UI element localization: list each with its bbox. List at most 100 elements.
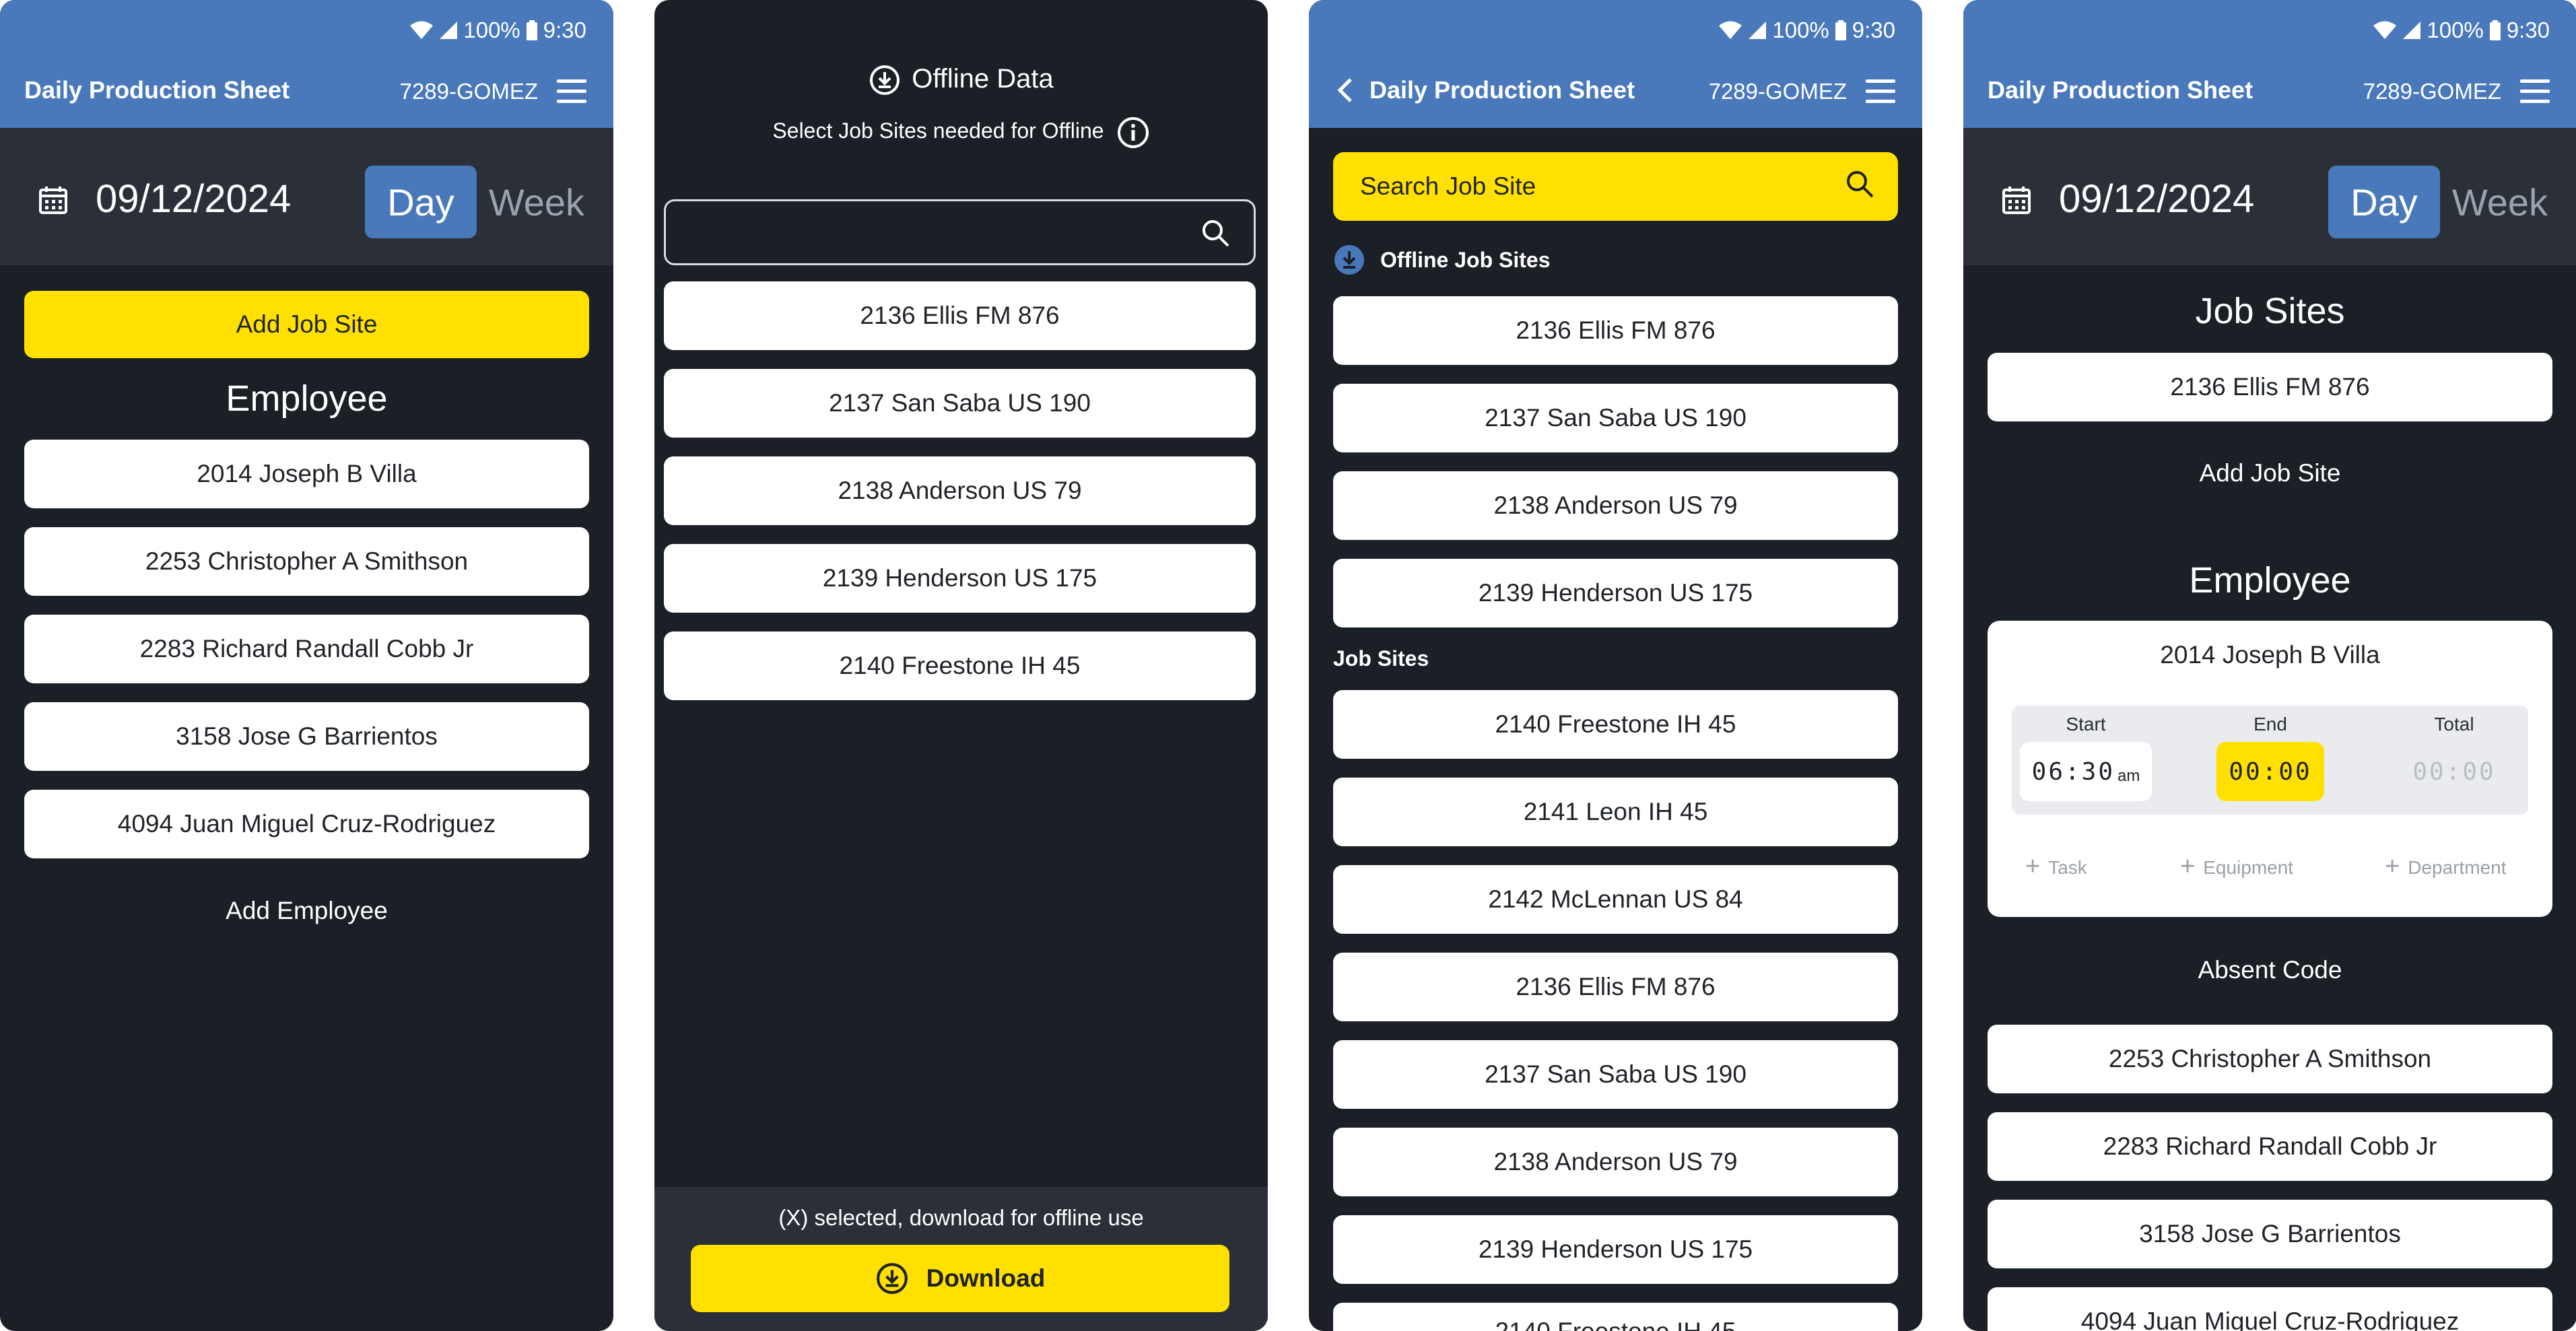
add-task-label: Task	[2048, 857, 2087, 878]
clock: 9:30	[543, 18, 586, 42]
signal-icon	[2403, 22, 2421, 39]
job-site-item[interactable]: 2140 Freestone IH 45	[664, 632, 1256, 700]
employee-item[interactable]: 4094 Juan Miguel Cruz-Rodriguez	[1988, 1287, 2552, 1331]
add-job-site-button[interactable]: Add Job Site	[24, 291, 589, 358]
job-site-item[interactable]: 2136 Ellis FM 876	[664, 281, 1256, 350]
total-column: Total 00:00	[2380, 706, 2528, 815]
job-site-item[interactable]: 2139 Henderson US 175	[1333, 1215, 1898, 1284]
job-site-item[interactable]: 2142 McLennan US 84	[1333, 865, 1898, 934]
job-site-item[interactable]: 2140 Freestone IH 45	[1333, 1303, 1898, 1331]
employee-item[interactable]: 2014 Joseph B Villa	[24, 440, 589, 508]
offline-job-site-item[interactable]: 2138 Anderson US 79	[1333, 471, 1898, 540]
crew-id[interactable]: 7289-GOMEZ	[1709, 77, 1847, 106]
clock: 9:30	[1852, 18, 1895, 42]
offline-job-sites-heading: Offline Job Sites	[1333, 244, 1550, 276]
add-employee-link[interactable]: Add Employee	[0, 895, 613, 926]
start-label: Start	[2066, 714, 2106, 735]
battery-percent: 100%	[1772, 18, 1829, 42]
job-sites-heading: Job Sites	[1333, 646, 1429, 671]
offline-job-site-item[interactable]: 2139 Henderson US 175	[1333, 559, 1898, 627]
add-department-label: Department	[2408, 857, 2507, 878]
employee-item[interactable]: 3158 Jose G Barrientos	[1988, 1200, 2552, 1268]
clock: 9:30	[2506, 18, 2550, 42]
add-equipment-button[interactable]: + Equipment	[2180, 852, 2294, 881]
start-ampm: am	[2117, 767, 2140, 785]
menu-icon[interactable]	[1866, 79, 1897, 104]
signal-icon	[1749, 22, 1767, 39]
wifi-icon	[1719, 21, 1742, 39]
start-column: Start 06:30 am	[2012, 706, 2160, 815]
info-icon[interactable]	[1116, 116, 1150, 149]
week-toggle[interactable]: Week	[486, 166, 587, 238]
app-bar: Daily Production Sheet 7289-GOMEZ	[1309, 61, 1922, 128]
job-site-item[interactable]: 2138 Anderson US 79	[1333, 1128, 1898, 1196]
download-circle-icon	[870, 65, 900, 96]
end-time-field[interactable]: 00:00	[2216, 742, 2324, 801]
employee-item[interactable]: 3158 Jose G Barrientos	[24, 702, 589, 771]
plus-icon: +	[2385, 852, 2400, 881]
day-toggle[interactable]: Day	[365, 166, 477, 238]
employee-heading: Employee	[226, 378, 388, 419]
date-bar: 09/12/2024 Day Week	[1963, 128, 2576, 265]
employee-time-card: 2014 Joseph B Villa Start 06:30 am End 00…	[1988, 621, 2552, 917]
wifi-icon	[2373, 21, 2397, 39]
job-site-item[interactable]: 2136 Ellis FM 876	[1333, 953, 1898, 1021]
battery-percent: 100%	[2427, 18, 2484, 42]
plus-icon: +	[2025, 852, 2041, 881]
status-bar: 100% 9:30	[0, 0, 613, 61]
search-icon[interactable]	[1200, 217, 1231, 248]
week-toggle[interactable]: Week	[2449, 166, 2550, 238]
battery-icon	[2489, 20, 2501, 40]
date-display[interactable]: 09/12/2024	[2059, 176, 2254, 222]
job-site-search-input[interactable]	[664, 199, 1256, 265]
job-site-item[interactable]: 2137 San Saba US 190	[1333, 1040, 1898, 1109]
add-equipment-label: Equipment	[2203, 857, 2294, 878]
add-task-button[interactable]: + Task	[2025, 852, 2087, 881]
battery-percent: 100%	[463, 18, 520, 42]
employee-name[interactable]: 2014 Joseph B Villa	[1988, 641, 2552, 669]
download-circle-icon	[876, 1263, 908, 1294]
add-job-site-link[interactable]: Add Job Site	[1963, 458, 2576, 489]
search-job-site-input[interactable]: Search Job Site	[1333, 152, 1898, 221]
add-department-button[interactable]: + Department	[2385, 852, 2507, 881]
employee-item[interactable]: 2283 Richard Randall Cobb Jr	[24, 615, 589, 683]
employee-heading: Employee	[2189, 560, 2351, 601]
total-label: Total	[2434, 714, 2474, 735]
battery-icon	[1835, 20, 1846, 40]
job-site-item[interactable]: 2140 Freestone IH 45	[1333, 690, 1898, 759]
app-title: Daily Production Sheet	[24, 76, 290, 104]
menu-icon[interactable]	[557, 79, 588, 104]
search-icon[interactable]	[1844, 168, 1875, 199]
app-bar: Daily Production Sheet 7289-GOMEZ	[1963, 61, 2576, 128]
job-site-item[interactable]: 2139 Henderson US 175	[664, 544, 1256, 613]
employee-item[interactable]: 2253 Christopher A Smithson	[1988, 1025, 2552, 1093]
download-footer: (X) selected, download for offline use D…	[654, 1187, 1268, 1331]
screen-daily-sheet: 100% 9:30 Daily Production Sheet 7289-GO…	[0, 0, 613, 1331]
start-time-field[interactable]: 06:30 am	[2020, 742, 2152, 801]
offline-job-sites-label: Offline Job Sites	[1380, 247, 1551, 272]
employee-item[interactable]: 4094 Juan Miguel Cruz-Rodriguez	[24, 790, 589, 858]
job-site-item[interactable]: 2136 Ellis FM 876	[1988, 353, 2552, 421]
offline-subtitle-text: Select Job Sites needed for Offline	[772, 118, 1104, 143]
job-site-item[interactable]: 2137 San Saba US 190	[664, 369, 1256, 438]
crew-id[interactable]: 7289-GOMEZ	[400, 77, 538, 106]
calendar-icon[interactable]	[2001, 184, 2032, 215]
employee-item[interactable]: 2283 Richard Randall Cobb Jr	[1988, 1112, 2552, 1181]
offline-job-site-item[interactable]: 2137 San Saba US 190	[1333, 384, 1898, 452]
date-display[interactable]: 09/12/2024	[96, 176, 291, 222]
menu-icon[interactable]	[2520, 79, 2551, 104]
employee-item[interactable]: 2253 Christopher A Smithson	[24, 527, 589, 596]
wifi-icon	[410, 21, 434, 39]
calendar-icon[interactable]	[38, 184, 69, 215]
crew-id[interactable]: 7289-GOMEZ	[2363, 77, 2501, 106]
absent-code-heading: Absent Code	[2198, 956, 2342, 984]
app-bar: Daily Production Sheet 7289-GOMEZ	[0, 61, 613, 128]
plus-icon: +	[2180, 852, 2196, 881]
day-toggle[interactable]: Day	[2328, 166, 2440, 238]
job-site-item[interactable]: 2141 Leon IH 45	[1333, 778, 1898, 846]
offline-job-site-item[interactable]: 2136 Ellis FM 876	[1333, 296, 1898, 365]
back-arrow-icon[interactable]	[1332, 75, 1361, 105]
job-sites-heading: Job Sites	[2195, 291, 2345, 331]
job-site-item[interactable]: 2138 Anderson US 79	[664, 456, 1256, 525]
download-button[interactable]: Download	[691, 1245, 1229, 1312]
